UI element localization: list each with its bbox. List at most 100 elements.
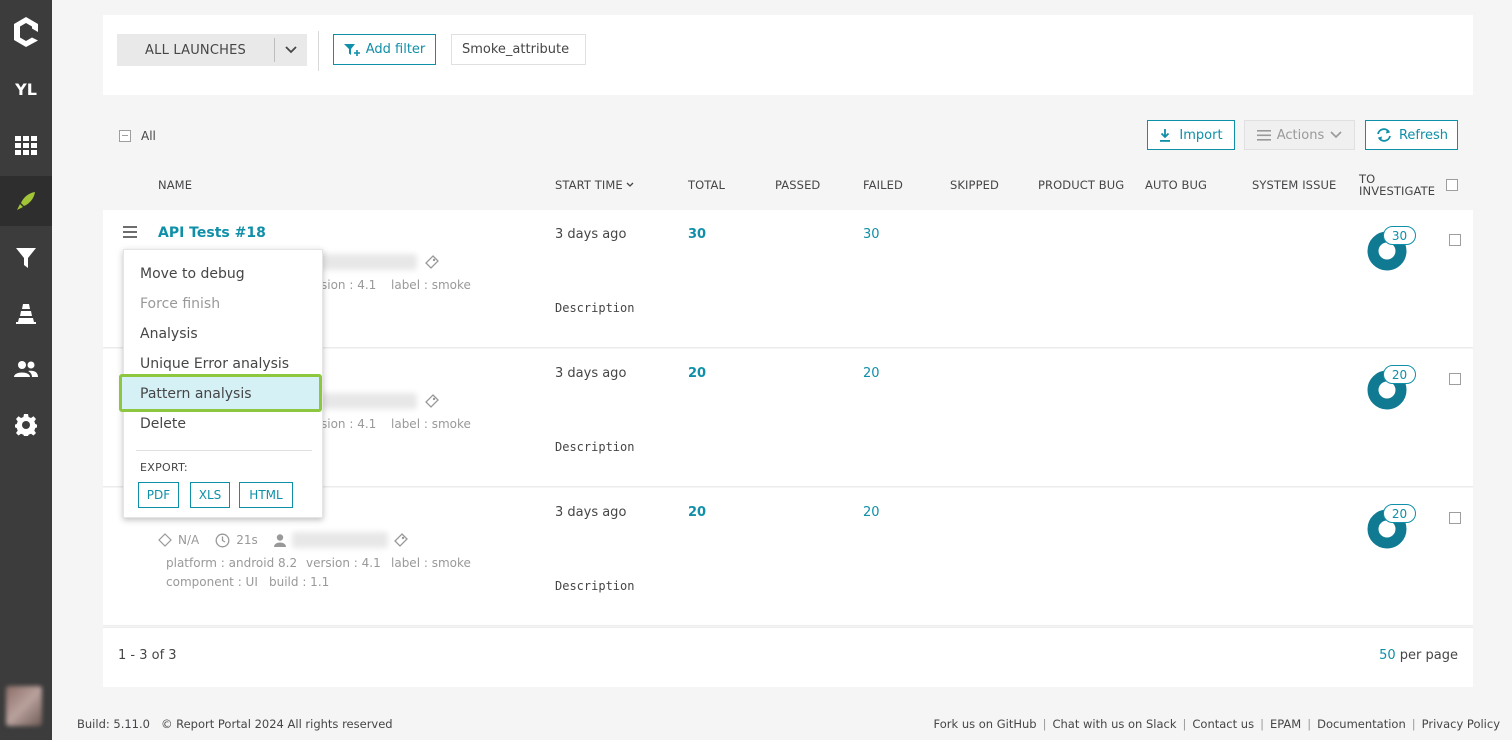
per-page-selector[interactable]: 50 per page [1379,648,1458,663]
download-icon [1160,129,1171,142]
import-button[interactable]: Import [1147,120,1235,150]
attribute-build[interactable]: build : 1.1 [269,575,329,589]
col-product-bug[interactable]: PRODUCT BUG [1038,178,1124,192]
members-icon[interactable] [0,344,52,394]
col-to-investigate[interactable]: TO INVESTIGATE [1359,173,1435,197]
launches-icon[interactable] [0,176,52,226]
footer-link-privacy[interactable]: Privacy Policy [1422,717,1500,731]
footer-left: Build: 5.11.0 © Report Portal 2024 All r… [77,717,393,731]
col-total[interactable]: TOTAL [688,178,725,192]
col-passed[interactable]: PASSED [775,178,820,192]
filter-bar: ALL LAUNCHES Add filter Smoke_attribute [103,15,1473,95]
footer-link-github[interactable]: Fork us on GitHub [934,717,1037,731]
sidebar: YL [0,0,52,740]
divider [318,31,319,71]
total-count[interactable]: 20 [688,505,706,520]
failed-count[interactable]: 20 [863,505,880,520]
footer-link-epam[interactable]: EPAM [1270,717,1301,731]
link-separator: | [1307,717,1312,731]
build-version: Build: 5.11.0 [77,717,150,731]
start-time: 3 days ago [555,505,627,520]
col-start-time-label: START TIME [555,178,623,192]
menu-item-force-finish: Force finish [140,296,221,312]
select-all-checkbox[interactable] [119,130,131,142]
export-pdf-button[interactable]: PDF [138,482,179,508]
actions-label: Actions [1276,127,1325,143]
duration-value: 21s [236,533,258,547]
footer-link-slack[interactable]: Chat with us on Slack [1052,717,1176,731]
copyright: © Report Portal 2024 All rights reserved [160,717,393,731]
footer: Build: 5.11.0 © Report Portal 2024 All r… [52,710,1512,740]
col-skipped[interactable]: SKIPPED [950,178,999,192]
description: Description [555,579,635,593]
refresh-button[interactable]: Refresh [1365,120,1458,150]
export-html-button[interactable]: HTML [239,482,293,508]
description: Description [555,440,635,454]
attribute-label[interactable]: label : smoke [391,417,471,431]
col-start-time[interactable]: START TIME [555,178,634,192]
footer-link-documentation[interactable]: Documentation [1317,717,1406,731]
to-investigate-count[interactable]: 20 [1383,365,1416,384]
total-count[interactable]: 30 [688,227,706,242]
avatar[interactable] [6,686,42,726]
menu-item-pattern-analysis[interactable]: Pattern analysis [140,386,252,402]
logo-icon[interactable] [0,7,52,57]
filters-icon[interactable] [0,233,52,283]
start-time: 3 days ago [555,227,627,242]
menu-item-delete[interactable]: Delete [140,416,186,432]
add-filter-button[interactable]: Add filter [333,34,436,65]
per-page-value[interactable]: 50 [1379,648,1396,663]
failed-count[interactable]: 30 [863,227,880,242]
launch-type-selector[interactable]: ALL LAUNCHES [117,34,307,66]
dashboard-icon[interactable] [0,121,52,171]
total-count[interactable]: 20 [688,366,706,381]
project-selector[interactable]: YL [0,64,52,114]
attribute-version[interactable]: sion : 4.1 [321,278,376,292]
col-system-issue[interactable]: SYSTEM ISSUE [1252,178,1336,192]
chevron-down-icon[interactable] [275,46,307,54]
attribute-label[interactable]: label : smoke [391,556,471,570]
launch-context-menu: Move to debug Force finish Analysis Uniq… [119,249,323,518]
diamond-icon [158,533,172,547]
row-checkbox[interactable] [1449,512,1461,524]
settings-icon[interactable] [0,400,52,450]
row-checkbox[interactable] [1449,234,1461,246]
owner-blurred [291,532,388,548]
to-investigate-count[interactable]: 20 [1383,504,1416,523]
attribute-label[interactable]: label : smoke [391,278,471,292]
link-separator: | [1260,717,1264,731]
col-failed[interactable]: FAILED [863,178,903,192]
owner-blurred [321,254,417,270]
select-all[interactable]: All [119,129,156,143]
attribute-version[interactable]: sion : 4.1 [321,417,376,431]
col-auto-bug[interactable]: AUTO BUG [1145,178,1207,192]
attribute-component[interactable]: component : UI [166,575,258,589]
header-checkbox[interactable] [1446,179,1458,191]
import-label: Import [1179,127,1223,143]
actions-button[interactable]: Actions [1244,120,1355,150]
filter-tag-smoke[interactable]: Smoke_attribute [451,34,586,65]
link-separator: | [1182,717,1187,731]
footer-link-contact[interactable]: Contact us [1192,717,1254,731]
link-separator: | [1411,717,1416,731]
failed-count[interactable]: 20 [863,366,880,381]
menu-item-analysis[interactable]: Analysis [140,326,198,342]
owner-blurred [321,393,417,409]
export-xls-button[interactable]: XLS [190,482,230,508]
footer-links: Fork us on GitHub | Chat with us on Slack… [934,717,1500,731]
launch-name-link[interactable]: API Tests #18 [158,225,266,241]
attribute-platform[interactable]: platform : android 8.2 [166,556,297,570]
menu-item-unique-error-analysis[interactable]: Unique Error analysis [140,356,289,372]
menu-item-move-to-debug[interactable]: Move to debug [140,266,245,282]
attribute-version[interactable]: version : 4.1 [306,556,381,570]
row-checkbox[interactable] [1449,373,1461,385]
debug-icon[interactable] [0,289,52,339]
tag-icon [393,533,408,547]
to-investigate-count[interactable]: 30 [1383,226,1416,245]
export-label: EXPORT: [140,461,188,474]
col-name[interactable]: NAME [158,178,192,192]
start-time: 3 days ago [555,366,627,381]
hamburger-menu-icon[interactable] [123,226,137,241]
launch-selector-label: ALL LAUNCHES [145,42,246,58]
sort-chevron-icon [626,182,634,187]
